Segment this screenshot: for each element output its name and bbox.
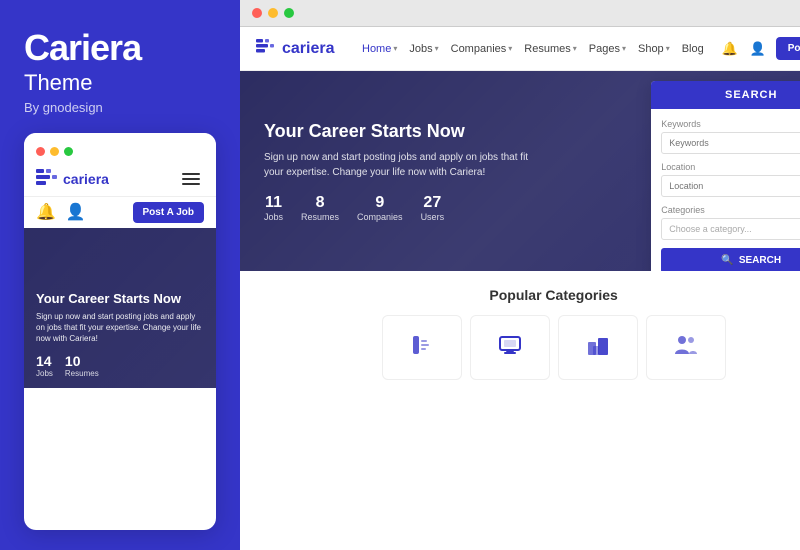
categories-select-wrapper: Choose a category... Design Technology B…: [661, 218, 800, 240]
mobile-nav: cariera: [24, 162, 216, 197]
right-panel: cariera Home ▾ Jobs ▾ Companies ▾ Resume…: [240, 0, 800, 550]
left-panel: Cariera Theme By gnodesign: [0, 0, 240, 550]
brand-by: By gnodesign: [24, 100, 216, 115]
keywords-field: Keywords: [661, 119, 800, 154]
mobile-post-job-button[interactable]: Post A Job: [133, 202, 204, 223]
hero-stat-companies-label: Companies: [357, 212, 403, 222]
site-post-job-button[interactable]: Post A Job: [776, 37, 800, 60]
hero-stat-jobs-label: Jobs: [264, 212, 283, 222]
mobile-card-top: [24, 133, 216, 162]
nav-link-resumes[interactable]: Resumes ▾: [524, 43, 576, 55]
nav-links: Home ▾ Jobs ▾ Companies ▾ Resumes ▾ Page…: [362, 43, 704, 55]
hero-content: Your Career Starts Now Sign up now and s…: [240, 101, 560, 242]
location-field: Location ⊙: [661, 162, 800, 197]
mobile-logo-text: cariera: [63, 171, 109, 187]
mobile-traffic-lights: [36, 141, 73, 162]
hamburger-icon[interactable]: [182, 168, 204, 190]
hero-stat-users-number: 27: [421, 194, 445, 212]
site-logo: cariera: [256, 39, 346, 58]
categories-grid: [256, 315, 800, 380]
browser-chrome: [240, 0, 800, 27]
mobile-logo-icon: [36, 169, 58, 188]
brand-title: Cariera: [24, 28, 216, 68]
mobile-stat: 14Jobs: [36, 353, 53, 378]
category-card-business[interactable]: [558, 315, 638, 380]
nav-link-companies[interactable]: Companies ▾: [451, 43, 513, 55]
hero-stat-jobs-number: 11: [264, 194, 283, 212]
mobile-hero: Your Career Starts Now Sign up now and s…: [24, 228, 216, 388]
mobile-stat-label: Resumes: [65, 369, 99, 378]
traffic-light-yellow: [50, 147, 59, 156]
hero-stat-resumes-label: Resumes: [301, 212, 339, 222]
browser-light-green: [284, 8, 294, 18]
search-button-label: SEARCH: [739, 255, 781, 266]
hero-stat-users-label: Users: [421, 212, 445, 222]
keywords-label: Keywords: [661, 119, 800, 129]
hero-stat-companies: 9 Companies: [357, 194, 403, 222]
nav-link-shop[interactable]: Shop ▾: [638, 43, 670, 55]
location-input-wrapper: ⊙: [661, 175, 800, 197]
mobile-logo: cariera: [36, 169, 109, 188]
user-icon[interactable]: 👤: [748, 39, 768, 59]
categories-field: Categories Choose a category... Design T…: [661, 205, 800, 240]
mobile-bell-icon: 🔔: [36, 202, 56, 222]
location-label: Location: [661, 162, 800, 172]
popular-section: Popular Categories: [240, 271, 800, 390]
site-logo-icon: [256, 39, 276, 58]
mobile-stat-num: 14: [36, 353, 53, 369]
location-input[interactable]: [661, 175, 800, 197]
mobile-preview-card: cariera 🔔 👤 Post A Job Your Career Start…: [24, 133, 216, 530]
category-card-people[interactable]: [646, 315, 726, 380]
nav-link-blog[interactable]: Blog: [682, 43, 704, 55]
search-panel: SEARCH Keywords Location ⊙ Categ: [651, 81, 800, 271]
mobile-stat-label: Jobs: [36, 369, 53, 378]
people-icon: [673, 332, 699, 364]
hero-section: Your Career Starts Now Sign up now and s…: [240, 71, 800, 271]
search-button-icon: 🔍: [721, 255, 733, 266]
mobile-nav-icons: 🔔 👤: [36, 202, 86, 222]
browser-light-yellow: [268, 8, 278, 18]
business-icon: [585, 332, 611, 364]
categories-label: Categories: [661, 205, 800, 215]
nav-link-jobs[interactable]: Jobs ▾: [409, 43, 438, 55]
popular-title: Popular Categories: [256, 287, 800, 303]
traffic-light-red: [36, 147, 45, 156]
hero-title: Your Career Starts Now: [264, 121, 536, 142]
bell-icon[interactable]: 🔔: [720, 39, 740, 59]
categories-select[interactable]: Choose a category... Design Technology B…: [661, 218, 800, 240]
hero-stat-companies-number: 9: [357, 194, 403, 212]
mobile-stat-num: 10: [65, 353, 99, 369]
search-button[interactable]: 🔍 SEARCH: [661, 248, 800, 271]
nav-link-pages[interactable]: Pages ▾: [589, 43, 626, 55]
site-nav: cariera Home ▾ Jobs ▾ Companies ▾ Resume…: [240, 27, 800, 71]
hero-stats: 11 Jobs 8 Resumes 9 Companies 27 Users: [264, 194, 536, 222]
keywords-input[interactable]: [661, 132, 800, 154]
category-card-technology[interactable]: [470, 315, 550, 380]
brand-subtitle: Theme: [24, 70, 216, 96]
hero-stat-jobs: 11 Jobs: [264, 194, 283, 222]
browser-light-red: [252, 8, 262, 18]
mobile-user-icon: 👤: [66, 202, 86, 222]
mobile-stats: 14Jobs 10Resumes: [36, 353, 204, 378]
search-panel-body: Keywords Location ⊙ Categories: [651, 109, 800, 271]
search-panel-header: SEARCH: [651, 81, 800, 109]
technology-icon: [497, 332, 523, 364]
design-icon: [409, 332, 435, 364]
mobile-hero-desc: Sign up now and start posting jobs and a…: [36, 311, 204, 345]
hero-stat-resumes-number: 8: [301, 194, 339, 212]
mobile-hero-title: Your Career Starts Now: [36, 291, 204, 306]
hero-stat-users: 27 Users: [421, 194, 445, 222]
category-card-design[interactable]: [382, 315, 462, 380]
hero-stat-resumes: 8 Resumes: [301, 194, 339, 222]
nav-actions: 🔔 👤 Post A Job: [720, 37, 800, 60]
mobile-actions: 🔔 👤 Post A Job: [24, 197, 216, 228]
nav-link-home[interactable]: Home ▾: [362, 43, 397, 55]
mobile-stat: 10Resumes: [65, 353, 99, 378]
site-logo-text: cariera: [282, 40, 335, 58]
site-content: cariera Home ▾ Jobs ▾ Companies ▾ Resume…: [240, 27, 800, 550]
traffic-light-green: [64, 147, 73, 156]
hero-description: Sign up now and start posting jobs and a…: [264, 150, 536, 180]
